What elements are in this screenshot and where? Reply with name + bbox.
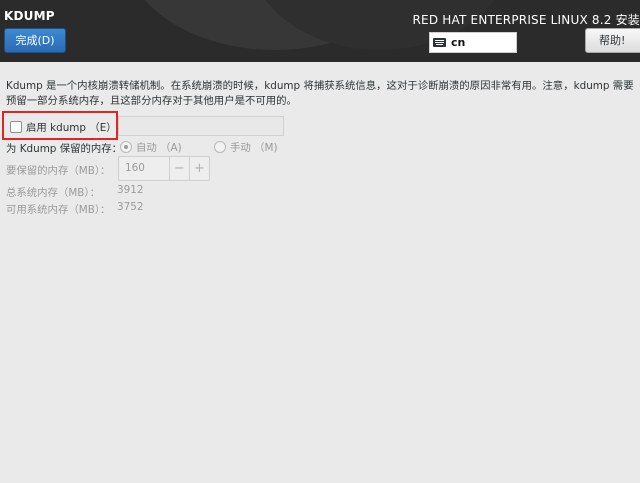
- total-memory-value: 3912: [117, 184, 144, 196]
- disabled-field-area: [118, 116, 284, 136]
- help-button[interactable]: 帮助!: [585, 28, 640, 53]
- spoke-title: KDUMP: [4, 9, 55, 23]
- reserved-memory-stepper[interactable]: 160 − +: [118, 156, 210, 181]
- reserve-manual-label: 手动 （M): [230, 142, 278, 154]
- reserve-auto-label: 自动 （A): [136, 142, 182, 154]
- total-memory-label: 总系统内存（MB）：: [6, 187, 101, 199]
- radio-button[interactable]: [214, 140, 226, 153]
- product-title: RED HAT ENTERPRISE LINUX 8.2 安装: [412, 13, 640, 27]
- done-button[interactable]: 完成(D): [4, 28, 66, 53]
- usable-memory-value: 3752: [117, 201, 144, 213]
- reserved-memory-value[interactable]: 160: [119, 157, 169, 180]
- header-bar: KDUMP 完成(D) RED HAT ENTERPRISE LINUX 8.2…: [0, 0, 640, 62]
- enable-kdump-checkbox-row[interactable]: 启用 kdump （E）: [10, 119, 117, 134]
- keyboard-layout-label: cn: [451, 36, 466, 49]
- usable-memory-label: 可用系统内存（MB）：: [6, 204, 111, 216]
- kdump-description: Kdump 是一个内核崩溃转储机制。在系统崩溃的时候，kdump 将捕获系统信息…: [6, 80, 634, 107]
- increment-button[interactable]: +: [189, 157, 209, 180]
- keyboard-icon: [433, 38, 446, 47]
- reserved-memory-label: 要保留的内存（MB）：: [6, 165, 111, 177]
- decrement-button[interactable]: −: [169, 157, 189, 180]
- reserve-manual-radio[interactable]: 手动 （M): [214, 139, 278, 154]
- enable-kdump-label: 启用 kdump （E）: [26, 122, 117, 134]
- reserve-auto-radio[interactable]: 自动 （A): [120, 139, 182, 154]
- radio-button-checked[interactable]: [120, 140, 132, 153]
- reserve-memory-label: 为 Kdump 保留的内存：: [6, 143, 123, 155]
- enable-kdump-checkbox[interactable]: [10, 120, 22, 133]
- keyboard-layout-indicator[interactable]: cn: [429, 32, 517, 53]
